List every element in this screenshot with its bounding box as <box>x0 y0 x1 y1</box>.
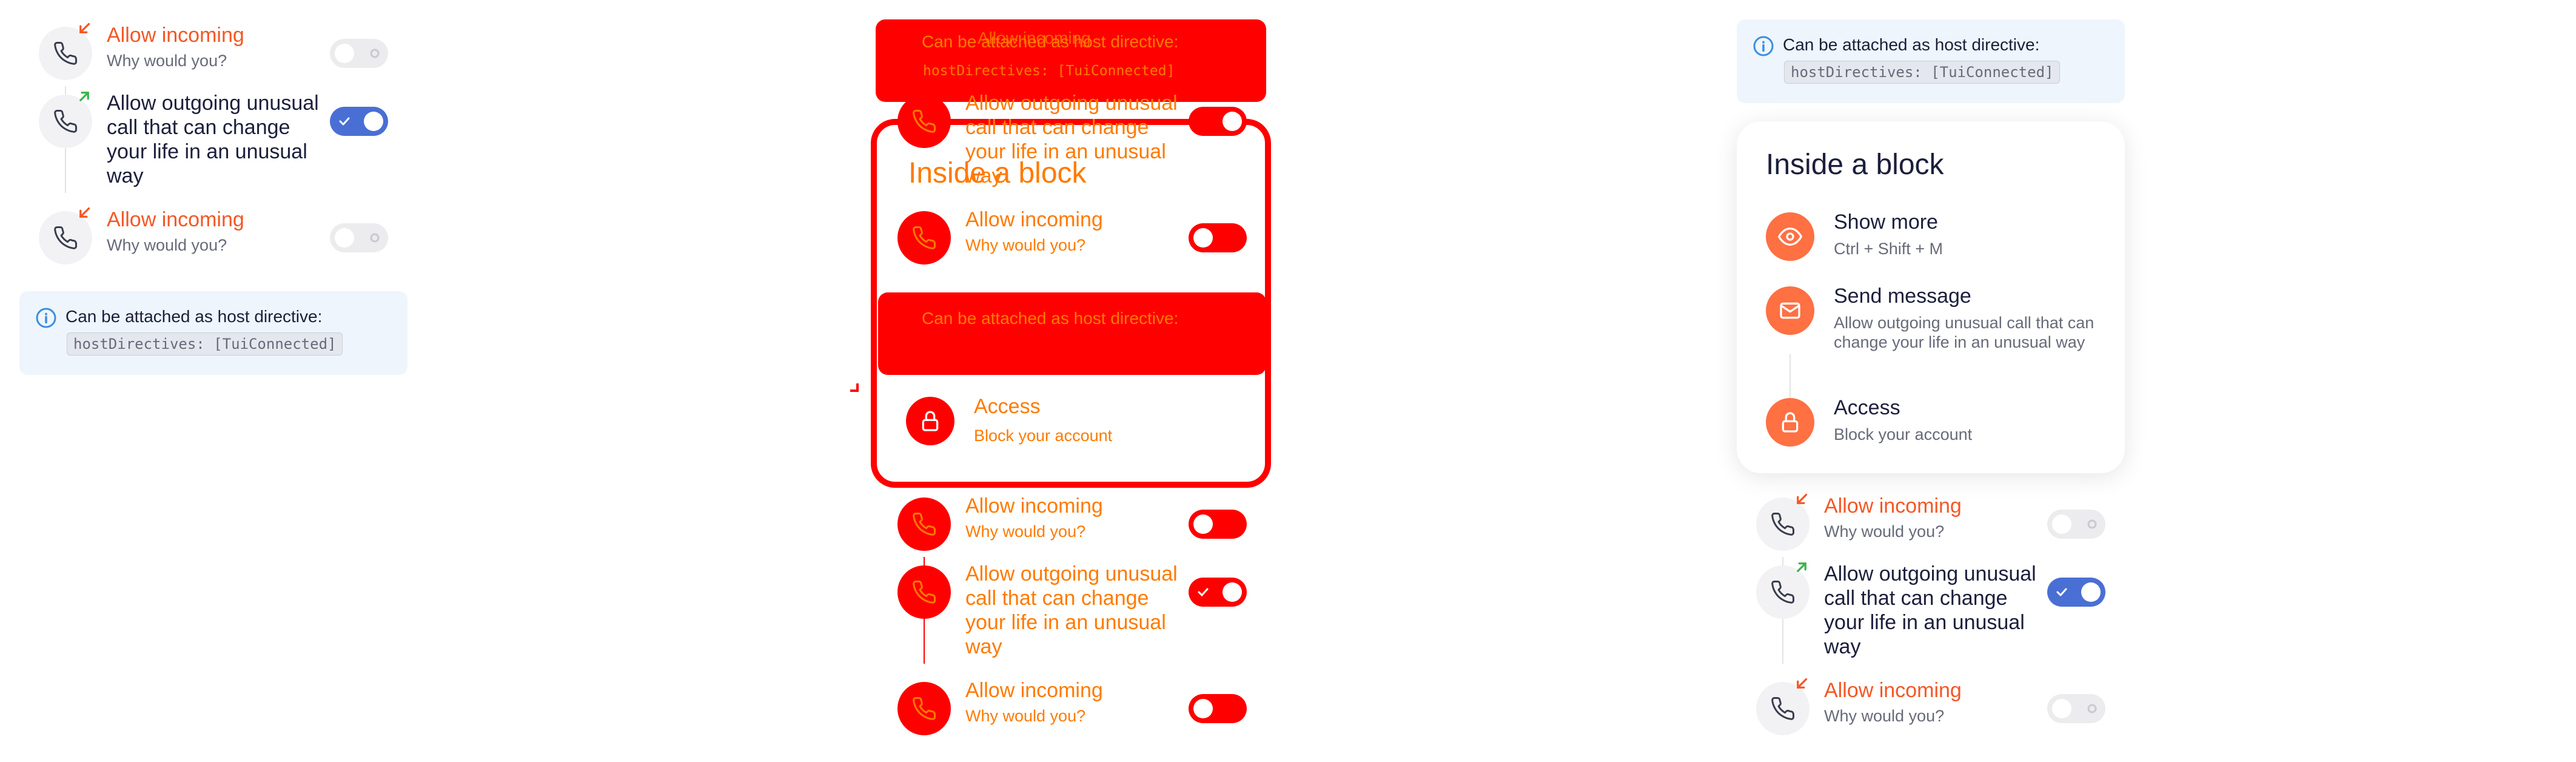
toggle-knob <box>1223 112 1242 131</box>
row-title: Allow incoming <box>107 24 244 47</box>
row-title: Allow incoming <box>965 679 1103 702</box>
incoming-toggle[interactable] <box>1189 510 1247 539</box>
row-title: Allow outgoing unusual call that can cha… <box>965 92 1178 187</box>
outgoing-toggle[interactable] <box>1189 107 1247 136</box>
note-text: Can be attached as host directive: <box>1783 35 2040 54</box>
row-title: Allow incoming <box>107 208 244 231</box>
item-title: Access <box>1834 396 1900 419</box>
row-title: Allow outgoing unusual call that can cha… <box>965 562 1178 658</box>
row-title: Allow incoming <box>978 29 1091 47</box>
row-subtitle: Why would you? <box>107 52 227 70</box>
row-title: Allow outgoing unusual call that can cha… <box>1824 562 2036 658</box>
item-subtitle: Ctrl + Shift + M <box>1834 240 1944 258</box>
item-title: Send message <box>1834 285 1971 308</box>
row-title: Allow outgoing unusual call that can cha… <box>107 92 319 187</box>
row-title: Allow incoming <box>1824 494 1962 518</box>
item-title: Show more <box>1834 211 1938 234</box>
mail-icon <box>1766 286 1814 335</box>
row-subtitle: Why would you? <box>107 236 227 254</box>
panel-overlay: Can be attached as host directive: hostD… <box>859 0 1717 762</box>
host-directive-note: Can be attached as host directive: hostD… <box>1737 19 2125 103</box>
check-icon <box>339 117 350 126</box>
note-code: hostDirectives: [TuiConnected] <box>1784 61 2061 84</box>
host-directive-note: Can be attached as host directive: hostD… <box>19 291 408 375</box>
phone-icon <box>1756 678 1810 735</box>
incoming-arrow-icon <box>1793 675 1811 693</box>
lock-icon <box>1766 398 1814 447</box>
outgoing-toggle[interactable] <box>330 107 388 136</box>
toggle-knob <box>335 44 354 63</box>
note-text: Can be attached as host directive: <box>922 309 1179 328</box>
incoming-arrow-icon <box>1793 490 1811 508</box>
check-icon <box>1198 588 1209 597</box>
row-subtitle: Why would you? <box>965 707 1086 725</box>
outgoing-toggle[interactable] <box>2047 578 2105 607</box>
row-title: Allow incoming <box>965 208 1103 231</box>
host-directive-note: Can be attached as host directive: <box>878 292 1266 375</box>
row-subtitle: Why would you? <box>1824 707 1945 725</box>
phone-icon <box>1756 493 1810 551</box>
phone-icon <box>897 95 951 148</box>
corner-marker <box>850 383 859 392</box>
check-icon <box>2056 588 2067 596</box>
phone-icon <box>39 22 92 80</box>
panel-left: Allow incoming Why would you? Allow outg… <box>0 0 859 762</box>
incoming-toggle[interactable] <box>1189 694 1247 723</box>
row-title: Allow incoming <box>1824 679 1962 702</box>
incoming-arrow-icon <box>75 19 93 38</box>
item-subtitle: Block your account <box>974 427 1113 445</box>
note-text: Can be attached as host directive: <box>65 307 323 326</box>
toggle-knob <box>1193 699 1213 718</box>
panel-right: Can be attached as host directive: hostD… <box>1717 0 2576 762</box>
phone-icon <box>39 92 92 148</box>
toggle-knob <box>1193 514 1213 534</box>
card-title: Inside a block <box>1766 149 1944 181</box>
toggle-off-icon <box>370 49 380 58</box>
phone-icon <box>897 682 951 735</box>
lock-icon <box>906 397 954 445</box>
outgoing-arrow-icon <box>75 87 93 106</box>
incoming-toggle[interactable] <box>330 223 388 252</box>
note-code: hostDirectives: [TuiConnected] <box>923 63 1175 79</box>
outgoing-arrow-icon <box>1793 558 1811 576</box>
item-subtitle: Block your account <box>1834 425 1973 443</box>
toggle-off-icon <box>2087 519 2097 529</box>
toggle-knob <box>2052 514 2071 534</box>
phone-icon <box>897 565 951 619</box>
info-icon <box>1753 36 1774 56</box>
row-title: Allow incoming <box>965 494 1103 518</box>
info-icon <box>36 308 56 328</box>
block-card: Inside a block Show more Ctrl + Shift + … <box>1737 121 2125 473</box>
item-title: Access <box>974 395 1041 418</box>
toggle-knob <box>364 112 383 131</box>
note-code: hostDirectives: [TuiConnected] <box>67 332 343 356</box>
incoming-toggle[interactable] <box>1189 223 1247 252</box>
toggle-knob <box>1193 228 1213 248</box>
incoming-arrow-icon <box>75 204 93 222</box>
toggle-knob <box>2052 699 2071 718</box>
toggle-off-icon <box>370 233 380 243</box>
outgoing-toggle[interactable] <box>1189 578 1247 607</box>
eye-icon <box>1766 212 1814 261</box>
item-subtitle: Allow outgoing unusual call that can cha… <box>1834 314 2095 351</box>
row-subtitle: Why would you? <box>1824 522 1945 541</box>
phone-icon <box>897 211 951 265</box>
toggle-knob <box>335 228 354 248</box>
toggle-knob <box>2081 582 2101 602</box>
incoming-toggle[interactable] <box>2047 694 2105 723</box>
incoming-toggle[interactable] <box>330 39 388 68</box>
phone-icon <box>39 207 92 265</box>
phone-icon <box>897 497 951 551</box>
row-subtitle: Why would you? <box>965 522 1086 541</box>
toggle-knob <box>1223 582 1242 602</box>
row-subtitle: Why would you? <box>965 236 1086 254</box>
toggle-off-icon <box>2087 704 2097 713</box>
phone-icon <box>1756 562 1810 619</box>
incoming-toggle[interactable] <box>2047 510 2105 539</box>
